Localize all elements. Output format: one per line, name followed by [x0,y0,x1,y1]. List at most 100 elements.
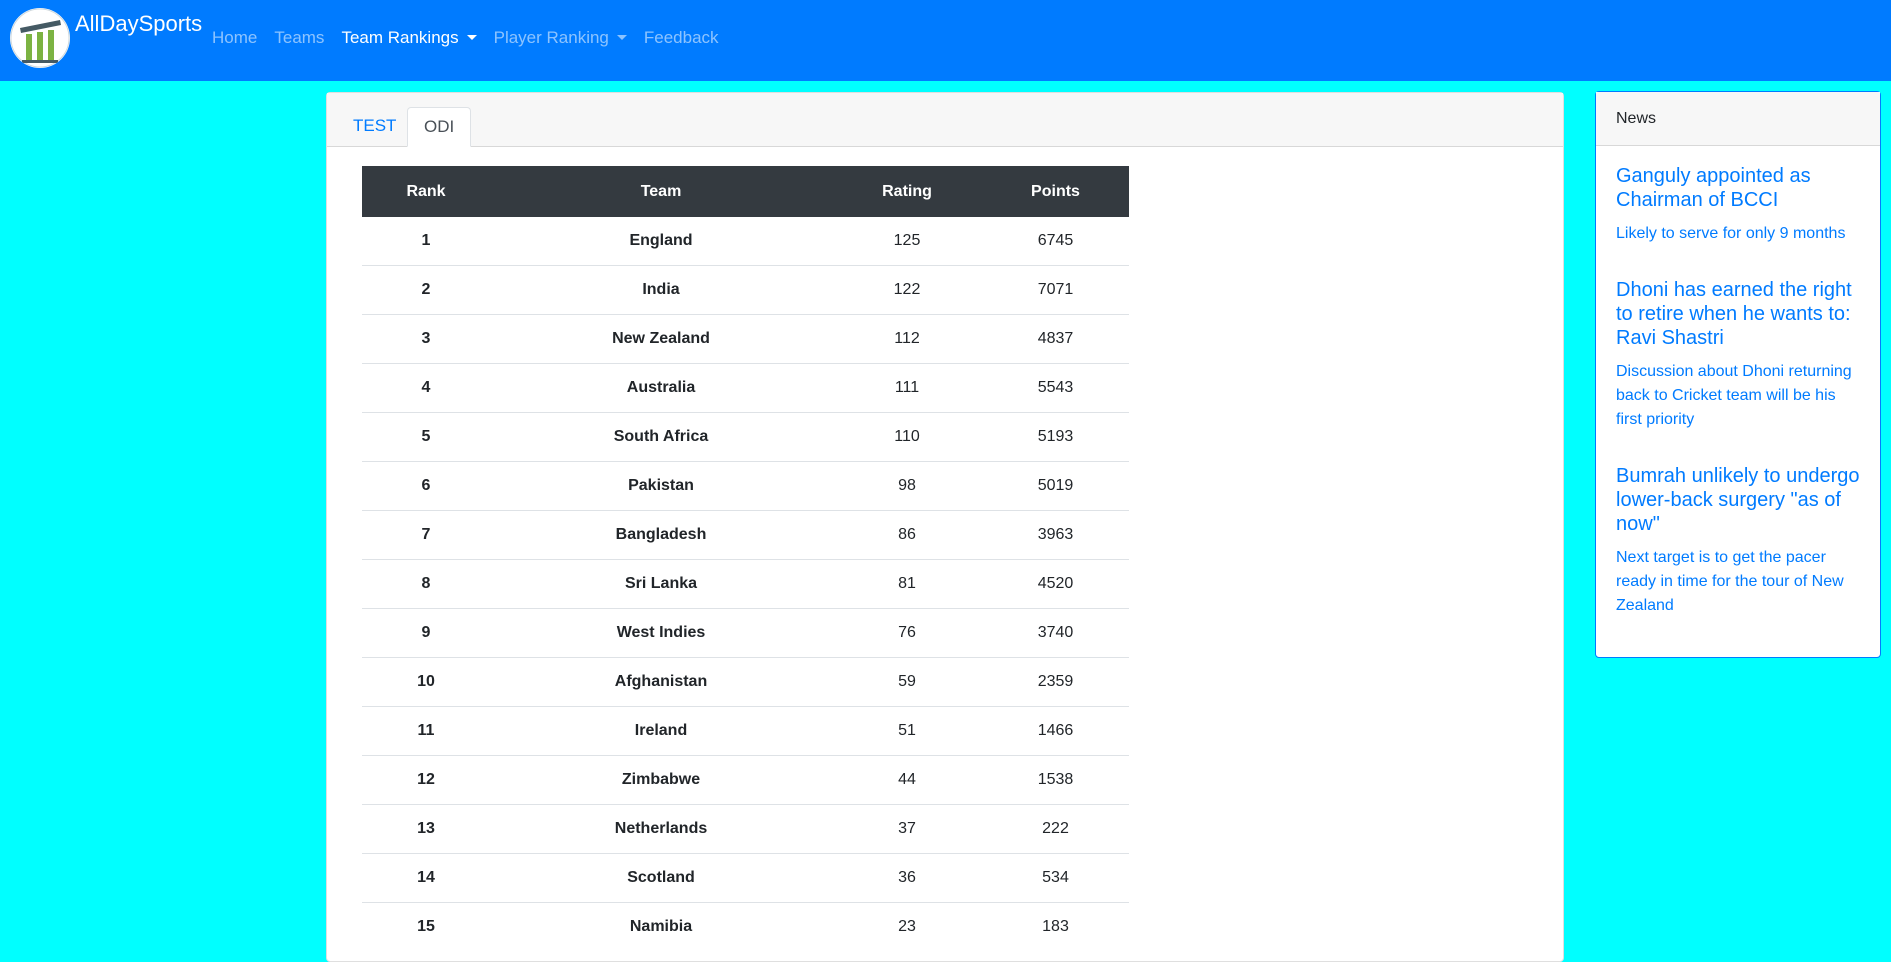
nav-feedback[interactable]: Feedback [644,28,719,48]
cell-points: 5193 [982,412,1129,462]
caret-down-icon [466,35,477,40]
cell-points: 7071 [982,265,1129,315]
news-summary: Likely to serve for only 9 months [1616,225,1846,242]
cell-rank: 2 [362,265,490,315]
cell-rating: 110 [832,412,982,462]
tab-test[interactable]: TEST [337,107,412,147]
table-row: 14 Scotland 36 534 [362,853,1129,903]
cell-team: West Indies [490,608,832,658]
cell-team: Namibia [490,902,832,951]
cell-team: Zimbabwe [490,755,832,805]
header-rating: Rating [832,166,982,217]
cell-points: 1466 [982,706,1129,756]
navbar: AllDaySports Home Teams Team Rankings Pl… [0,0,1891,81]
cell-rank: 15 [362,902,490,951]
cell-rating: 81 [832,559,982,609]
cell-team: Sri Lanka [490,559,832,609]
cell-rank: 11 [362,706,490,756]
cell-points: 222 [982,804,1129,854]
nav-team-rankings[interactable]: Team Rankings [341,28,477,48]
cell-rank: 1 [421,232,431,249]
cell-rating: 98 [832,461,982,511]
news-title[interactable]: Ganguly appointed as Chairman of BCCI [1616,164,1860,212]
cell-rank: 5 [362,412,490,462]
news-title[interactable]: Dhoni has earned the right to retire whe… [1616,278,1860,350]
cell-rating: 76 [832,608,982,658]
header-points: Points [982,166,1129,217]
cell-rating: 86 [832,510,982,560]
table-row: 7 Bangladesh 86 3963 [362,510,1129,560]
cell-team: South Africa [490,412,832,462]
site-logo[interactable] [10,8,70,68]
news-card: News Ganguly appointed as Chairman of BC… [1595,91,1881,658]
cell-rating: 111 [832,363,982,413]
cell-rank: 14 [362,853,490,903]
cell-team: Australia [490,363,832,413]
cell-rating: 44 [832,755,982,805]
header-team: Team [490,166,832,217]
cell-points: 5543 [982,363,1129,413]
caret-down-icon [616,35,627,40]
cell-points: 4520 [982,559,1129,609]
news-item: Ganguly appointed as Chairman of BCCI Li… [1596,146,1880,246]
news-item: Dhoni has earned the right to retire whe… [1596,246,1880,432]
cell-points: 534 [982,853,1129,903]
cell-team: Pakistan [490,461,832,511]
cell-points: 5019 [982,461,1129,511]
table-row: 1 England 125 6745 [362,217,1129,266]
nav-player-ranking-label: Player Ranking [493,28,609,47]
table-row: 9 West Indies 76 3740 [362,608,1129,658]
cell-rank: 10 [362,657,490,707]
table-row: 3 New Zealand 112 4837 [362,314,1129,364]
news-title[interactable]: Bumrah unlikely to undergo lower-back su… [1616,464,1860,536]
nav-player-ranking[interactable]: Player Ranking [494,28,627,48]
cell-rating: 36 [832,853,982,903]
logo-icon [10,8,70,68]
tab-odi[interactable]: ODI [407,107,472,147]
cell-points: 6745 [1037,232,1074,249]
news-summary: Next target is to get the pacer ready in… [1616,549,1844,614]
rankings-body: 1 England 125 6745 2 India 122 7071 3 New Zealand… [362,217,1129,951]
rankings-card: TEST ODI Rank Team Rating Points 1 Englan… [326,92,1564,962]
cell-rating: 112 [832,314,982,364]
cell-team: Scotland [490,853,832,903]
cell-rank: 13 [362,804,490,854]
cell-rank: 7 [362,510,490,560]
cell-rating: 59 [832,657,982,707]
table-row: 13 Netherlands 37 222 [362,804,1129,854]
cell-rank: 6 [362,461,490,511]
cell-rating: 23 [832,902,982,951]
cell-rating: 125 [893,232,921,249]
cell-rank: 12 [362,755,490,805]
rankings-tabs: TEST ODI [327,93,1563,147]
cell-team: Ireland [490,706,832,756]
cell-points: 2359 [982,657,1129,707]
news-header: News [1596,92,1880,146]
cell-team: Afghanistan [490,657,832,707]
table-row: 5 South Africa 110 5193 [362,412,1129,462]
cell-points: 183 [982,902,1129,951]
cell-points: 4837 [982,314,1129,364]
news-item: Bumrah unlikely to undergo lower-back su… [1596,432,1880,618]
cell-team: Netherlands [490,804,832,854]
table-row: 11 Ireland 51 1466 [362,706,1129,756]
cell-rank: 3 [362,314,490,364]
cell-points: 3963 [982,510,1129,560]
table-row: 6 Pakistan 98 5019 [362,461,1129,511]
rankings-table: Rank Team Rating Points 1 England 125 6745 2… [362,166,1129,951]
table-row: 2 India 122 7071 [362,265,1129,315]
brand-name[interactable]: AllDaySports [75,11,202,37]
cell-rating: 37 [832,804,982,854]
cell-points: 1538 [982,755,1129,805]
header-rank: Rank [362,166,490,217]
table-row: 4 Australia 111 5543 [362,363,1129,413]
cell-team: India [490,265,832,315]
nav-team-rankings-label: Team Rankings [341,28,459,47]
cell-rank: 4 [362,363,490,413]
cell-team: Bangladesh [490,510,832,560]
nav-home[interactable]: Home [212,28,257,48]
cell-rating: 122 [832,265,982,315]
table-row: 8 Sri Lanka 81 4520 [362,559,1129,609]
nav-teams[interactable]: Teams [274,28,324,48]
cell-rating: 51 [832,706,982,756]
